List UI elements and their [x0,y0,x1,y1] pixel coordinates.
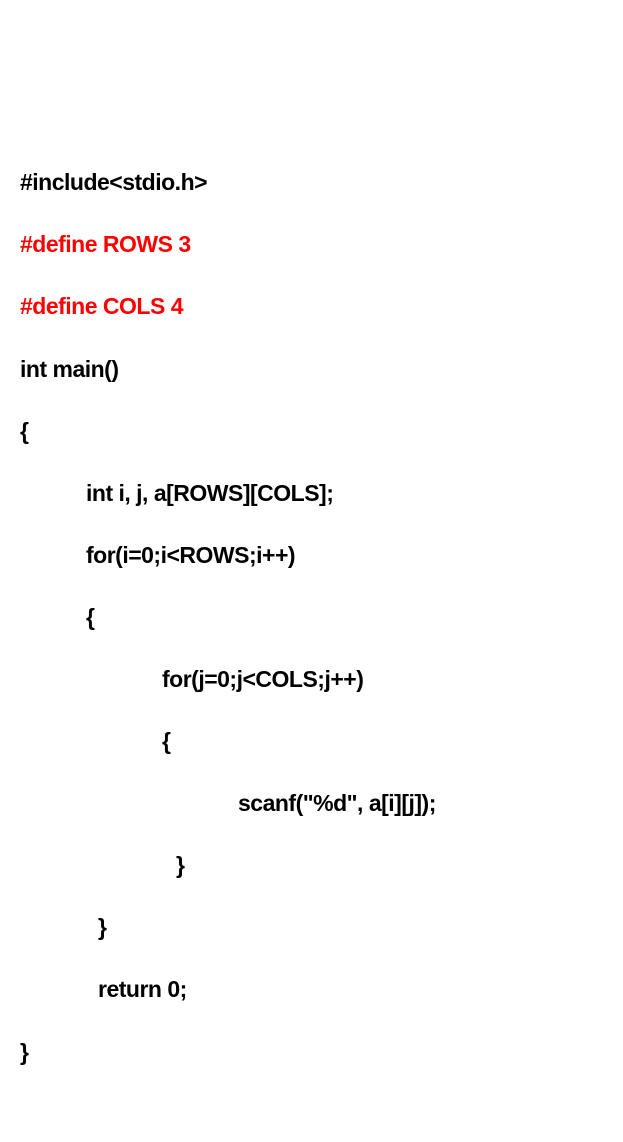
code-line-open-brace-inner: { [20,726,603,757]
code-line-var-decl: int i, j, a[ROWS][COLS]; [20,478,603,509]
code-line-open-brace: { [20,416,603,447]
code-block: #include<stdio.h> #define ROWS 3 #define… [20,136,603,1098]
code-line-open-brace-outer: { [20,602,603,633]
code-line-close-brace-outer: } [20,912,603,943]
code-line-for-inner: for(j=0;j<COLS;j++) [20,664,603,695]
code-line-close-brace: } [20,1037,603,1068]
code-line-return: return 0; [20,974,603,1005]
code-line-scanf: scanf("%d", a[i][j]); [20,788,603,819]
code-line-main-decl: int main() [20,354,603,385]
code-line-close-brace-inner: } [20,850,603,881]
code-line-for-outer: for(i=0;i<ROWS;i++) [20,540,603,571]
code-line-define-cols: #define COLS 4 [20,291,603,322]
code-line-define-rows: #define ROWS 3 [20,229,603,260]
code-line-include: #include<stdio.h> [20,167,603,198]
